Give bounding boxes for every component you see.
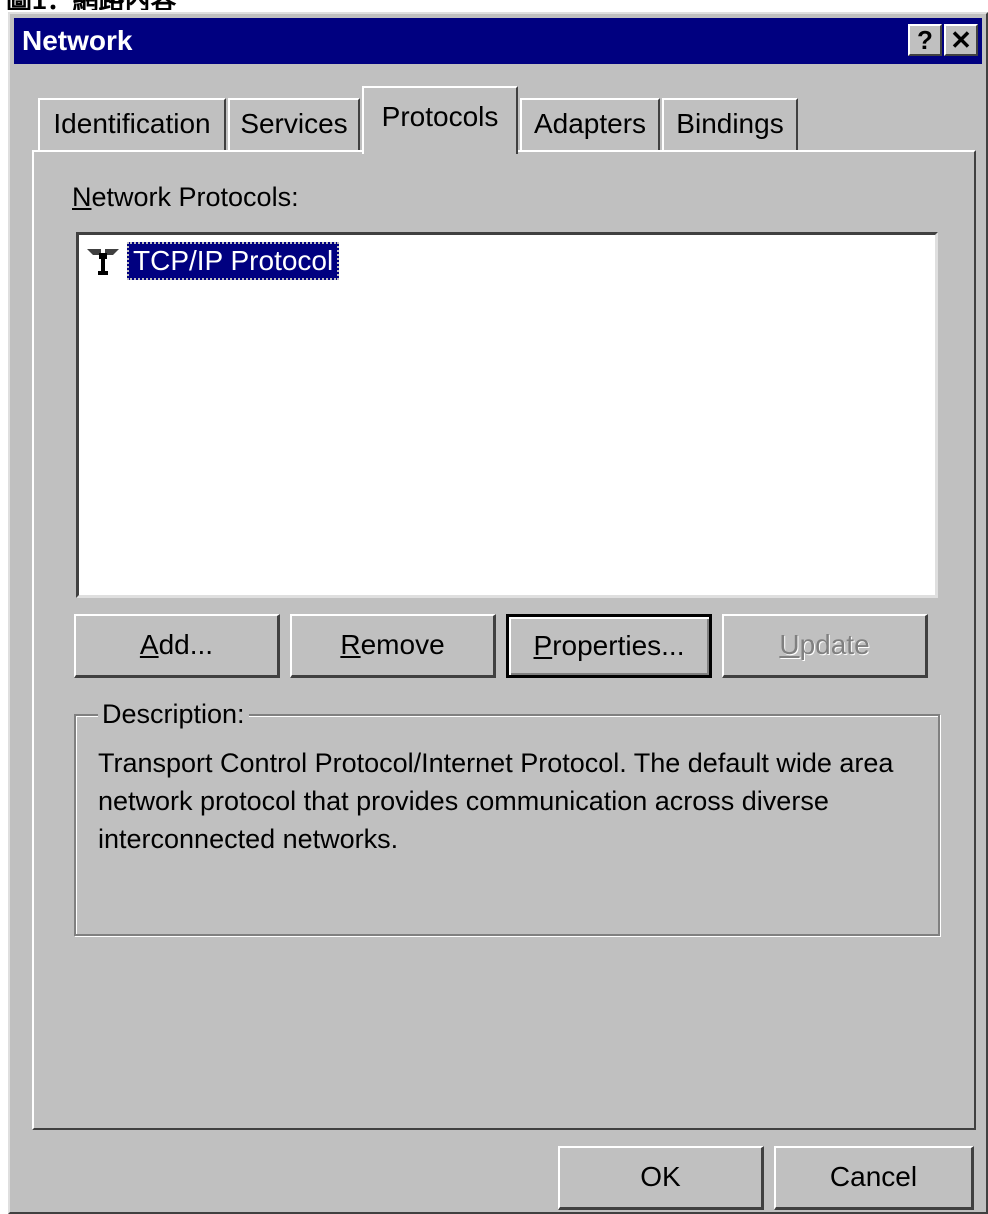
add-rest: dd... xyxy=(158,629,214,660)
close-icon: ✕ xyxy=(950,25,972,55)
mnemonic-n: N xyxy=(72,182,92,212)
help-icon: ? xyxy=(917,25,933,55)
network-dialog: Network ? ✕ Identification Services Prot… xyxy=(8,12,988,1214)
figure-caption-strip: 圖1：網路內容 xyxy=(0,0,988,12)
description-text: Transport Control Protocol/Internet Prot… xyxy=(98,748,894,854)
network-protocol-icon xyxy=(83,241,123,281)
update-rest: pdate xyxy=(799,629,870,660)
title-bar[interactable]: Network ? ✕ xyxy=(14,18,982,64)
mnemonic-a: A xyxy=(139,629,159,660)
tab-adapters[interactable]: Adapters xyxy=(520,98,660,150)
help-button[interactable]: ? xyxy=(908,24,942,56)
figure-caption: 圖1：網路內容 xyxy=(6,0,266,10)
cancel-button[interactable]: Cancel xyxy=(774,1146,974,1210)
close-button[interactable]: ✕ xyxy=(944,24,978,56)
description-group: Description: Transport Control Protocol/… xyxy=(74,698,940,936)
description-legend: Description: xyxy=(98,698,249,730)
remove-button[interactable]: Remove xyxy=(290,614,496,678)
network-protocols-label: Network Protocols: xyxy=(72,182,299,213)
list-item[interactable]: TCP/IP Protocol xyxy=(83,241,340,281)
tcpip-protocol-label: TCP/IP Protocol xyxy=(127,242,340,280)
mnemonic-u: U xyxy=(779,629,800,660)
window-title: Network xyxy=(22,25,133,56)
remove-rest: emove xyxy=(360,629,445,660)
properties-rest: roperties... xyxy=(552,630,685,661)
add-button[interactable]: Add... xyxy=(74,614,280,678)
tab-services[interactable]: Services xyxy=(228,98,360,150)
mnemonic-p: P xyxy=(533,630,553,661)
tab-protocols[interactable]: Protocols xyxy=(362,86,518,154)
mnemonic-r: R xyxy=(340,629,361,660)
network-protocols-list[interactable]: TCP/IP Protocol xyxy=(76,232,938,598)
protocols-tab-panel: Network Protocols: TCP/IP Protocol Add..… xyxy=(32,150,976,1130)
ok-button[interactable]: OK xyxy=(558,1146,764,1210)
label-rest: etwork Protocols: xyxy=(91,182,299,212)
tab-bindings[interactable]: Bindings xyxy=(662,98,798,150)
update-button[interactable]: Update xyxy=(722,614,928,678)
properties-button[interactable]: Properties... xyxy=(506,614,712,678)
tab-identification[interactable]: Identification xyxy=(38,98,226,150)
